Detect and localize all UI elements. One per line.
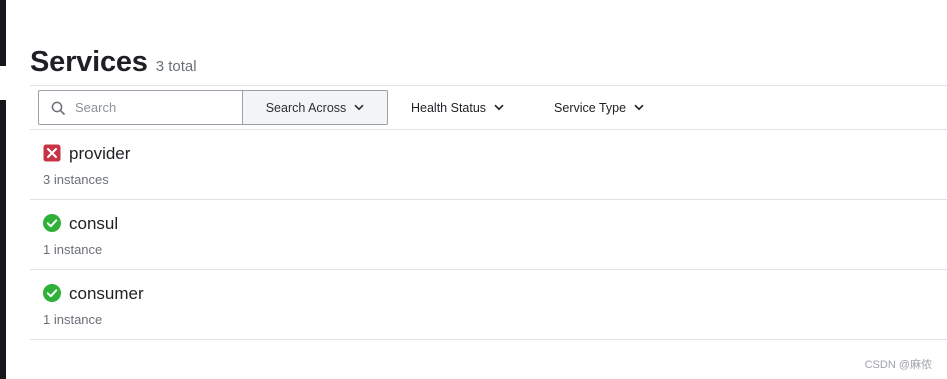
chevron-down-icon xyxy=(494,104,504,111)
page-header: Services 3 total xyxy=(30,46,197,79)
service-name[interactable]: consumer xyxy=(69,284,144,304)
window-edge-top xyxy=(0,0,6,66)
check-circle-icon xyxy=(43,284,61,302)
service-instances: 1 instance xyxy=(43,312,103,327)
chevron-down-icon xyxy=(354,104,364,111)
search-across-dropdown[interactable]: Search Across xyxy=(242,90,388,125)
service-name[interactable]: provider xyxy=(69,144,130,164)
watermark: CSDN @麻侬 xyxy=(864,359,932,371)
service-type-filter[interactable]: Service Type xyxy=(554,101,644,115)
service-row-consul[interactable]: consul 1 instance xyxy=(30,200,947,270)
search-input[interactable] xyxy=(75,100,235,115)
chevron-down-icon xyxy=(634,104,644,111)
header-divider xyxy=(30,85,947,86)
service-row-consumer[interactable]: consumer 1 instance xyxy=(30,270,947,340)
service-instances: 1 instance xyxy=(43,242,103,257)
service-list: provider 3 instances consul 1 instance c… xyxy=(30,130,947,340)
search-across-label: Search Across xyxy=(265,100,347,115)
window-edge-bottom xyxy=(0,100,6,379)
service-row-provider[interactable]: provider 3 instances xyxy=(30,130,947,200)
check-circle-icon xyxy=(43,214,61,232)
search-icon xyxy=(51,101,65,115)
search-box[interactable] xyxy=(38,90,243,125)
service-instances: 3 instances xyxy=(43,172,109,187)
health-status-label: Health Status xyxy=(411,100,487,115)
service-type-label: Service Type xyxy=(554,100,627,115)
health-status-filter[interactable]: Health Status xyxy=(411,101,504,115)
page-title: Services xyxy=(30,46,148,78)
total-count: 3 total xyxy=(155,58,197,75)
service-name[interactable]: consul xyxy=(69,214,118,234)
filter-toolbar: Search Across Health Status Service Type xyxy=(38,90,644,125)
x-square-icon xyxy=(43,144,61,162)
